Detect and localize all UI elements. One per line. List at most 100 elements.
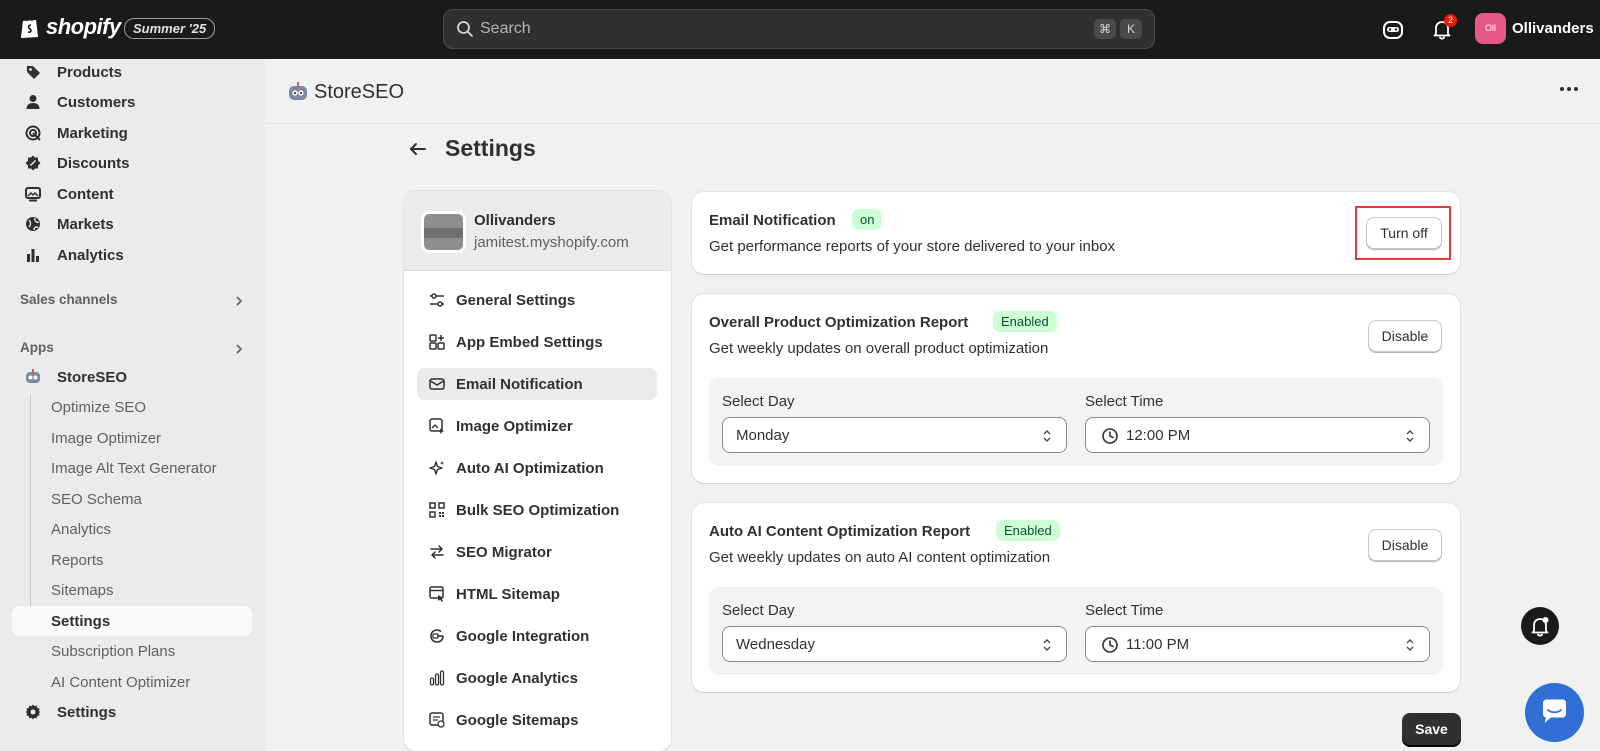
settings-nav-seo-migrator[interactable]: SEO Migrator: [417, 536, 657, 568]
settings-nav-google-analytics[interactable]: Google Analytics: [417, 662, 657, 694]
sidebar-item-analytics[interactable]: Analytics: [12, 240, 252, 270]
sliders-icon: [428, 291, 446, 309]
select-time-dropdown[interactable]: 11:00 PM: [1085, 626, 1430, 662]
shortcut-cmd-key: ⌘: [1094, 19, 1116, 39]
sidekick-icon[interactable]: [1380, 17, 1406, 43]
sidebar-subitem-seo-schema[interactable]: SEO Schema: [12, 484, 252, 514]
settings-nav-label: Email Notification: [456, 375, 583, 393]
page-header: Settings: [408, 135, 536, 162]
qr-grid-icon: [428, 501, 446, 519]
sidebar-item-label: Content: [57, 185, 114, 203]
select-time-value: 12:00 PM: [1126, 427, 1191, 444]
sidebar-item-products[interactable]: Products: [12, 59, 252, 87]
back-arrow-icon[interactable]: [408, 139, 428, 159]
settings-nav-html-sitemap[interactable]: HTML Sitemap: [417, 578, 657, 610]
shopify-logo[interactable]: shopify: [20, 14, 121, 40]
sidebar-subitem-reports[interactable]: Reports: [12, 545, 252, 575]
analytics-bars-icon: [428, 669, 446, 687]
sidebar-subitem-analytics[interactable]: Analytics: [12, 514, 252, 544]
chevron-right-icon[interactable]: [234, 343, 244, 355]
sidebar-item-settings[interactable]: Settings: [12, 697, 252, 727]
dot-icon: [1560, 87, 1564, 91]
settings-nav-image-optimizer[interactable]: Image Optimizer: [417, 410, 657, 442]
sidebar-item-label: StoreSEO: [57, 368, 128, 386]
sidebar-subitem-subscription-plans[interactable]: Subscription Plans: [12, 636, 252, 666]
status-badge: Enabled: [993, 311, 1057, 332]
status-badge: Enabled: [996, 520, 1060, 541]
sidebar-item-marketing[interactable]: Marketing: [12, 118, 252, 148]
apps-header[interactable]: Apps: [20, 340, 54, 355]
target-icon: [24, 124, 42, 142]
disable-button[interactable]: Disable: [1368, 529, 1442, 561]
notification-count-badge: 2: [1444, 14, 1457, 27]
chat-support-button[interactable]: [1525, 683, 1584, 742]
sidebar-subitem-optimize-seo[interactable]: Optimize SEO: [12, 392, 252, 422]
settings-nav-label: Google Analytics: [456, 669, 578, 687]
sidebar-subitem-image-optimizer[interactable]: Image Optimizer: [12, 423, 252, 453]
settings-nav-label: General Settings: [456, 291, 576, 309]
chat-bubble-icon: [1543, 699, 1566, 723]
settings-nav-email-notification[interactable]: Email Notification: [417, 368, 657, 400]
bar-chart-icon: [24, 246, 42, 264]
sidebar-item-content[interactable]: Content: [12, 179, 252, 209]
settings-nav-google-integration[interactable]: Google Integration: [417, 620, 657, 652]
more-actions-button[interactable]: [1560, 87, 1578, 91]
sidebar-subitem-ai-content-optimizer[interactable]: AI Content Optimizer: [12, 667, 252, 697]
edition-badge[interactable]: Summer '25: [124, 18, 216, 39]
settings-nav-label: Bulk SEO Optimization: [456, 501, 620, 519]
store-avatar[interactable]: Oll: [1475, 13, 1506, 44]
sidebar-subitem-image-alt-text-generator[interactable]: Image Alt Text Generator: [12, 453, 252, 483]
card-title: Email Notification: [709, 212, 836, 229]
sidebar-subitem-label: Image Alt Text Generator: [51, 459, 217, 477]
google-sitemap-icon: [428, 711, 446, 729]
search-bar[interactable]: ⌘ K: [443, 9, 1155, 49]
settings-nav: Ollivanders jamitest.myshopify.com Gener…: [404, 191, 671, 751]
sidebar-subitem-settings[interactable]: Settings: [12, 606, 252, 636]
sparkle-icon: [428, 459, 446, 477]
sidebar-item-storeseo[interactable]: StoreSEO: [12, 362, 252, 392]
dot-icon: [1574, 87, 1578, 91]
sidebar-item-customers[interactable]: Customers: [12, 87, 252, 117]
schedule-panel: Select Day Wednesday Select Time 11:00 P…: [709, 587, 1443, 675]
settings-nav-google-sitemaps[interactable]: Google Sitemaps: [417, 704, 657, 736]
settings-nav-bulk-seo-optimization[interactable]: Bulk SEO Optimization: [417, 494, 657, 526]
clock-icon: [1102, 637, 1118, 653]
settings-nav-app-embed-settings[interactable]: App Embed Settings: [417, 326, 657, 358]
bell-icon: [1531, 617, 1549, 637]
card-title: Overall Product Optimization Report: [709, 314, 969, 331]
email-icon: [428, 375, 446, 393]
sidebar-item-discounts[interactable]: Discounts: [12, 148, 252, 178]
disable-button[interactable]: Disable: [1368, 320, 1442, 352]
settings-nav-label: Image Optimizer: [456, 417, 573, 435]
select-day-value: Wednesday: [736, 636, 815, 653]
select-arrows-icon: [1406, 430, 1414, 442]
image-icon: [24, 185, 42, 203]
select-time-dropdown[interactable]: 12:00 PM: [1085, 417, 1430, 453]
floating-notification-button[interactable]: [1521, 607, 1559, 645]
save-button[interactable]: Save: [1402, 713, 1461, 745]
status-badge: on: [852, 209, 883, 230]
sidebar-subitem-sitemaps[interactable]: Sitemaps: [12, 575, 252, 605]
shopify-bag-icon: [21, 16, 38, 38]
sidebar-item-markets[interactable]: Markets: [12, 209, 252, 239]
settings-nav-label: App Embed Settings: [456, 333, 603, 351]
store-name[interactable]: Ollivanders: [1512, 20, 1594, 37]
sales-channels-header[interactable]: Sales channels: [20, 292, 118, 307]
settings-nav-auto-ai-optimization[interactable]: Auto AI Optimization: [417, 452, 657, 484]
settings-nav-general-settings[interactable]: General Settings: [417, 284, 657, 316]
card-description: Get weekly updates on auto AI content op…: [709, 549, 1051, 566]
sidebar-item-label: Markets: [57, 215, 114, 233]
settings-nav-label: Google Sitemaps: [456, 711, 579, 729]
turn-off-button[interactable]: Turn off: [1366, 217, 1442, 249]
card-description: Get performance reports of your store de…: [709, 238, 1116, 255]
search-input[interactable]: [480, 18, 1040, 40]
app-header: StoreSEO: [265, 59, 1600, 124]
sidebar-subitem-label: Analytics: [51, 520, 112, 538]
select-day-dropdown[interactable]: Wednesday: [722, 626, 1067, 662]
storeseo-logo-icon: [289, 82, 307, 100]
chevron-right-icon[interactable]: [234, 295, 244, 307]
select-arrows-icon: [1043, 430, 1051, 442]
sidebar-item-label: Settings: [57, 703, 117, 721]
store-card: Ollivanders jamitest.myshopify.com: [404, 191, 671, 271]
select-day-dropdown[interactable]: Monday: [722, 417, 1067, 453]
